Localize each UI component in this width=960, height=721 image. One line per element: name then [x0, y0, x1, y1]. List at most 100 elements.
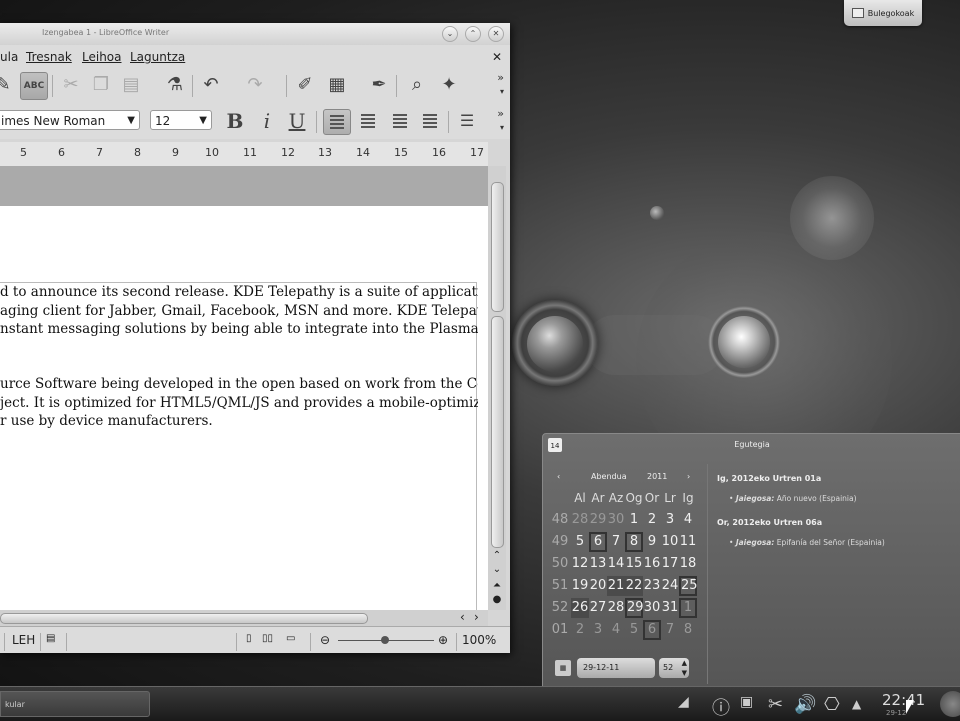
scroll-right-icon[interactable]: › — [474, 610, 479, 624]
vertical-scrollbar[interactable]: ⌃ ⌄ ⏶ ● — [488, 166, 506, 610]
autospell-button[interactable]: ABC — [20, 72, 48, 100]
calendar-day[interactable]: 20 — [589, 576, 607, 596]
document-area[interactable]: d to announce its second release. KDE Te… — [0, 166, 488, 613]
calendar-day[interactable]: 25 — [679, 576, 698, 596]
calendar-day[interactable]: 19 — [571, 576, 589, 596]
month-selector[interactable]: Abendua — [591, 472, 627, 481]
calendar-day[interactable]: 9 — [643, 532, 661, 552]
clock[interactable]: 22:41 — [882, 691, 925, 709]
calendar-day[interactable]: 6 — [589, 532, 607, 552]
calendar-day[interactable]: 4 — [607, 620, 625, 640]
calendar-day[interactable]: 27 — [589, 598, 607, 618]
calendar-day[interactable]: 5 — [571, 532, 589, 552]
more-tools-icon[interactable]: » — [497, 71, 504, 84]
calendar-day[interactable]: 13 — [589, 554, 607, 574]
calendar-day[interactable]: 5 — [625, 620, 643, 640]
vertical-scroll-thumb[interactable] — [491, 182, 504, 312]
font-size-combo[interactable]: 12 ▼ — [150, 110, 212, 130]
justify-icon[interactable] — [417, 109, 443, 133]
calendar-day[interactable]: 29 — [589, 510, 607, 530]
close-icon[interactable]: ✕ — [488, 26, 504, 42]
bold-icon[interactable]: B — [222, 109, 248, 133]
calendar-day[interactable]: 1 — [625, 510, 643, 530]
align-right-icon[interactable] — [387, 109, 413, 133]
format-menu-icon[interactable]: ▾ — [500, 123, 504, 132]
week-spinbox[interactable]: 52 ▲ ▼ — [659, 658, 689, 678]
menu-help[interactable]: Laguntza — [130, 50, 185, 64]
calendar-day[interactable]: 26 — [571, 598, 589, 618]
toolbar-menu-icon[interactable]: ▾ — [500, 87, 504, 96]
info-icon[interactable]: ⓘ — [712, 694, 730, 720]
calendar-day[interactable]: 6 — [643, 620, 661, 640]
calendar-day[interactable]: 23 — [643, 576, 661, 596]
cut-icon[interactable]: ✂ — [58, 72, 84, 98]
navigator-icon[interactable]: ✦ — [436, 72, 462, 98]
horizontal-scrollbar[interactable]: ‹ › — [0, 610, 488, 626]
task-item[interactable]: kular — [0, 691, 150, 717]
book-view-icon[interactable]: ▭ — [286, 633, 295, 644]
calendar-day[interactable]: 1 — [679, 598, 697, 618]
scroll-down-icon[interactable]: ⌄ — [491, 564, 503, 576]
calendar-day[interactable]: 28 — [607, 598, 625, 618]
date-input[interactable]: 29-12-11 — [577, 658, 655, 678]
more-format-icon[interactable]: » — [497, 107, 504, 120]
single-page-view-icon[interactable]: ▯ — [246, 633, 252, 644]
spellcheck-icon[interactable]: ✎ — [0, 72, 16, 98]
calendar-day[interactable]: 3 — [589, 620, 607, 640]
minimize-icon[interactable]: ⌄ — [442, 26, 458, 42]
close-document-icon[interactable]: ✕ — [492, 50, 502, 64]
underline-icon[interactable]: U — [284, 109, 310, 133]
calendar-day[interactable]: 22 — [625, 576, 643, 596]
calendar-day[interactable]: 30 — [643, 598, 661, 618]
font-name-combo[interactable]: imes New Roman ▼ — [0, 110, 140, 130]
today-button[interactable]: ▦ — [555, 660, 571, 676]
align-center-icon[interactable] — [355, 109, 381, 133]
calendar-day[interactable]: 16 — [643, 554, 661, 574]
redo-icon[interactable]: ↷ — [242, 72, 268, 98]
maximize-icon[interactable]: ⌃ — [465, 26, 481, 42]
signal-icon[interactable]: ◢ — [678, 694, 689, 710]
find-replace-icon[interactable]: ⌕ — [404, 72, 430, 98]
calendar-day[interactable]: 17 — [661, 554, 679, 574]
klipper-scissors-icon[interactable]: ✂ — [768, 694, 783, 715]
calendar-day[interactable]: 4 — [679, 510, 697, 530]
spin-arrows-icon[interactable]: ▲ ▼ — [682, 658, 687, 678]
calendar-day[interactable]: 30 — [607, 510, 625, 530]
calendar-day-selected[interactable]: 29 — [625, 598, 644, 618]
volume-icon[interactable]: 🔊 — [794, 694, 816, 715]
year-selector[interactable]: 2011 — [647, 472, 667, 481]
zoom-level[interactable]: 100% — [462, 633, 496, 647]
calendar-day[interactable]: 31 — [661, 598, 679, 618]
clone-format-icon[interactable]: ⚗ — [162, 72, 188, 98]
calendar-day[interactable]: 8 — [625, 532, 643, 552]
calendar-day[interactable]: 10 — [661, 532, 679, 552]
menu-format[interactable]: ula — [0, 50, 18, 64]
hyperlink-icon[interactable]: ✐ — [292, 72, 318, 98]
zoom-slider-handle[interactable] — [381, 636, 389, 644]
calendar-day[interactable]: 3 — [661, 510, 679, 530]
calendar-day[interactable]: 2 — [643, 510, 661, 530]
previous-month-button[interactable]: ‹ — [557, 472, 560, 481]
calendar-day[interactable]: 18 — [679, 554, 697, 574]
vertical-scroll-track[interactable] — [491, 316, 504, 548]
calendar-day[interactable]: 28 — [571, 510, 589, 530]
calendar-day[interactable]: 15 — [625, 554, 643, 574]
copy-icon[interactable]: ❐ — [88, 72, 114, 98]
calendar-day[interactable]: 14 — [607, 554, 625, 574]
calendar-day[interactable]: 8 — [679, 620, 697, 640]
next-month-button[interactable]: › — [687, 472, 690, 481]
calendar-day[interactable]: 7 — [607, 532, 625, 552]
bullet-list-icon[interactable]: ☰ — [454, 109, 480, 133]
show-draw-icon[interactable]: ✒ — [366, 72, 392, 98]
scroll-left-icon[interactable]: ‹ — [460, 610, 465, 624]
insert-table-icon[interactable]: ▦ — [324, 72, 350, 98]
language-status[interactable]: LEH — [12, 633, 35, 647]
multi-page-view-icon[interactable]: ▯▯ — [262, 633, 273, 644]
menu-tools[interactable]: Tresnak — [26, 50, 72, 64]
calendar-day[interactable]: 11 — [679, 532, 697, 552]
tray-expand-icon[interactable]: ▲ — [852, 697, 861, 711]
navigation-icon[interactable]: ● — [491, 594, 503, 606]
calendar-day[interactable]: 7 — [661, 620, 679, 640]
align-left-icon[interactable] — [323, 109, 351, 135]
italic-icon[interactable]: i — [254, 109, 280, 133]
